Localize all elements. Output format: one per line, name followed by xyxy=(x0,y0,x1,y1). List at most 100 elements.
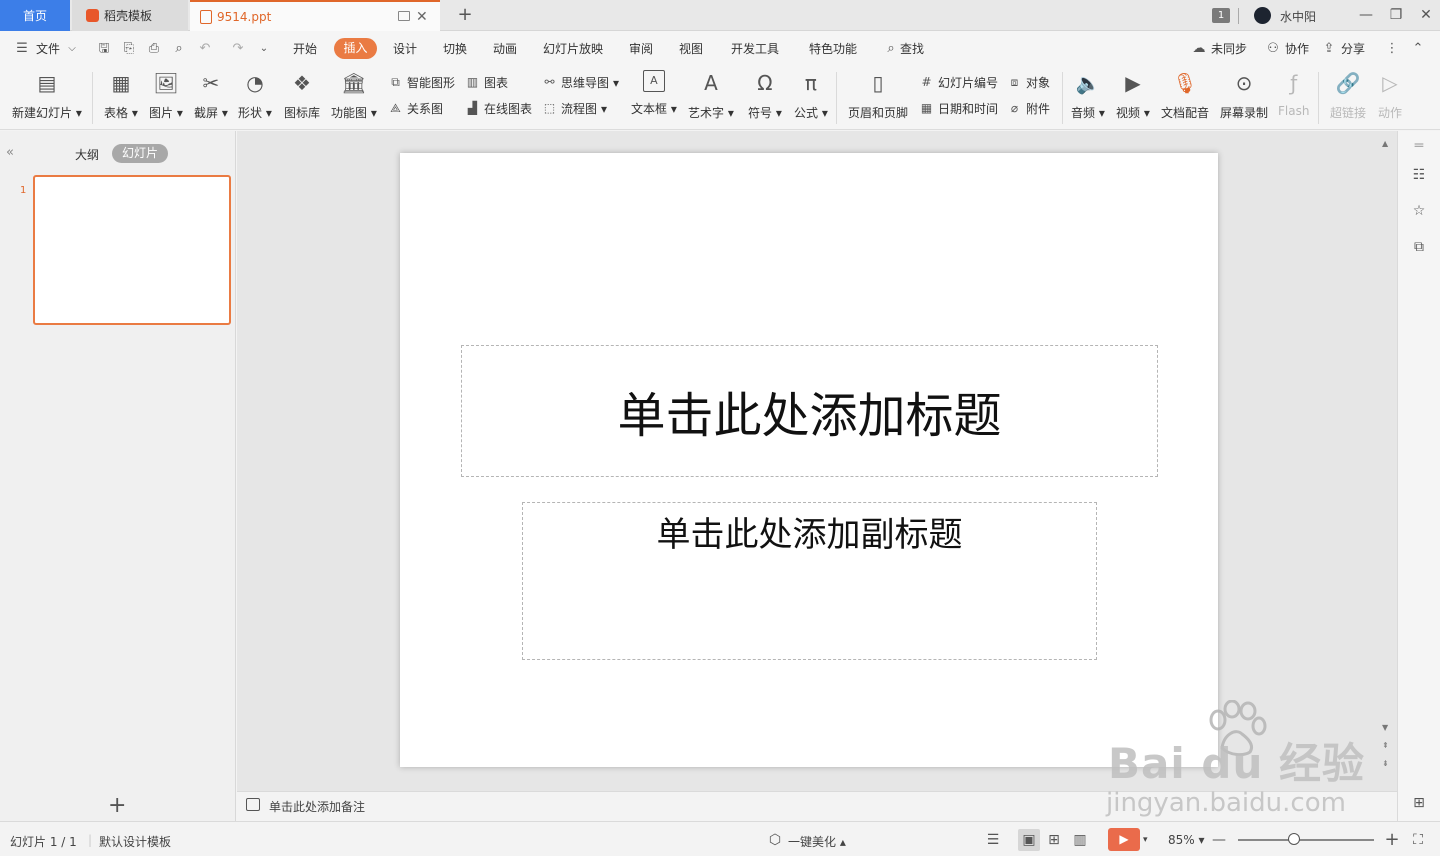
slide[interactable]: 单击此处添加标题 单击此处添加副标题 xyxy=(400,153,1218,767)
zoom-slider-handle[interactable] xyxy=(1288,833,1300,845)
menu-insert[interactable]: 插入 xyxy=(334,38,377,59)
menu-design[interactable]: 设计 xyxy=(393,40,417,57)
more-icon[interactable]: ⋮ xyxy=(1384,41,1400,57)
avatar[interactable] xyxy=(1254,7,1271,24)
print-icon[interactable]: ⎙ xyxy=(146,41,162,57)
quick-access-more-icon[interactable]: ⌄ xyxy=(256,41,272,57)
menu-review[interactable]: 审阅 xyxy=(629,40,653,57)
textbox-button[interactable]: A 文本框 ▾ xyxy=(631,70,677,117)
zoom-in-icon[interactable]: + xyxy=(1383,831,1401,849)
close-tab-icon[interactable]: ✕ xyxy=(416,10,430,24)
menu-start[interactable]: 开始 xyxy=(293,40,317,57)
restore-icon[interactable]: ❐ xyxy=(1385,5,1407,25)
add-slide-button[interactable]: + xyxy=(108,793,126,818)
pin-icon[interactable] xyxy=(398,11,410,21)
menu-transition[interactable]: 切换 xyxy=(443,40,467,57)
menu-developer[interactable]: 开发工具 xyxy=(731,40,779,57)
object-button[interactable]: ⧈ 对象 xyxy=(1007,74,1050,91)
icon-library-button[interactable]: ❖ 图标库 xyxy=(284,70,320,121)
flowchart-button[interactable]: ⬚ 流程图 ▾ xyxy=(542,100,607,117)
action-button[interactable]: ▷ 动作 xyxy=(1377,70,1403,121)
shape-button[interactable]: ◔ 形状 ▾ xyxy=(238,70,272,121)
online-chart-button[interactable]: ▟ 在线图表 xyxy=(465,100,532,117)
menu-animation[interactable]: 动画 xyxy=(493,40,517,57)
share-label[interactable]: 分享 xyxy=(1341,40,1365,57)
new-tab-button[interactable]: + xyxy=(454,4,476,26)
subtitle-placeholder[interactable]: 单击此处添加副标题 xyxy=(522,502,1097,660)
share-icon[interactable]: ⇪ xyxy=(1321,41,1337,57)
prev-slide-icon[interactable]: ⇞ xyxy=(1382,741,1392,750)
zoom-out-icon[interactable]: — xyxy=(1210,831,1228,849)
window-count-badge[interactable]: 1 xyxy=(1212,8,1230,23)
formula-button[interactable]: π 公式 ▾ xyxy=(794,70,828,121)
slide-thumbnail[interactable] xyxy=(33,175,231,325)
picture-button[interactable]: 🖼 图片 ▾ xyxy=(149,70,183,121)
grid-apps-icon[interactable]: ⊞ xyxy=(1410,794,1428,812)
print-preview-icon[interactable]: ⌕ xyxy=(171,41,187,57)
tab-home[interactable]: 首页 xyxy=(0,0,70,31)
copy-format-icon[interactable]: ⧉ xyxy=(1410,238,1428,256)
close-window-icon[interactable]: ✕ xyxy=(1415,5,1437,25)
notes-toggle-icon[interactable]: ☰ xyxy=(984,831,1002,849)
video-button[interactable]: ▶ 视频 ▾ xyxy=(1116,70,1150,121)
title-placeholder[interactable]: 单击此处添加标题 xyxy=(461,345,1158,477)
relation-button[interactable]: ⟁ 关系图 xyxy=(388,100,443,117)
sync-status[interactable]: 未同步 xyxy=(1211,40,1247,57)
wordart-button[interactable]: A 艺术字 ▾ xyxy=(688,70,734,121)
hamburger-icon[interactable]: ☰ xyxy=(14,41,30,57)
table-button[interactable]: ▦ 表格 ▾ xyxy=(104,70,138,121)
template-name[interactable]: 默认设计模板 xyxy=(99,833,171,850)
undo-icon[interactable]: ↶ xyxy=(197,41,213,57)
beautify-button[interactable]: 一键美化 ▴ xyxy=(788,833,846,850)
search-icon[interactable]: ⌕ xyxy=(883,41,899,57)
tab-slides[interactable]: 幻灯片 xyxy=(112,144,168,163)
save-icon[interactable]: 🖫 xyxy=(96,41,112,57)
export-icon[interactable]: ⎘ xyxy=(121,41,137,57)
scroll-down-icon[interactable]: ▼ xyxy=(1382,723,1392,732)
menu-special[interactable]: 特色功能 xyxy=(809,40,857,57)
username[interactable]: 水中阳 xyxy=(1280,8,1316,25)
menu-slideshow[interactable]: 幻灯片放映 xyxy=(543,40,603,57)
smart-shape-button[interactable]: ⧉ 智能图形 xyxy=(388,74,455,91)
play-options-chevron-icon[interactable]: ▾ xyxy=(1143,835,1148,845)
user-icon[interactable]: ⚇ xyxy=(1265,41,1281,57)
screen-record-button[interactable]: ⊙ 屏幕录制 xyxy=(1220,70,1268,121)
search-label[interactable]: 查找 xyxy=(900,40,924,57)
tab-outline[interactable]: 大纲 xyxy=(75,146,99,163)
date-time-button[interactable]: ▦ 日期和时间 xyxy=(919,100,998,117)
mindmap-button[interactable]: ⚯ 思维导图 ▾ xyxy=(542,74,619,91)
scroll-up-icon[interactable]: ▲ xyxy=(1382,139,1392,148)
hyperlink-button[interactable]: 🔗 超链接 xyxy=(1330,70,1366,121)
audio-button[interactable]: 🔈 音频 ▾ xyxy=(1071,70,1105,121)
slide-number-button[interactable]: # 幻灯片编号 xyxy=(919,74,998,91)
collapse-panel-icon[interactable]: « xyxy=(6,145,14,160)
fit-window-icon[interactable]: ⛶ xyxy=(1409,831,1427,849)
flash-button[interactable]: ƒ Flash xyxy=(1278,70,1309,118)
play-slideshow-button[interactable]: ▶ xyxy=(1108,828,1140,851)
tab-document[interactable]: 9514.ppt ✕ xyxy=(190,0,440,31)
normal-view-icon[interactable]: ▣ xyxy=(1020,831,1038,849)
chevron-down-icon[interactable]: ⌵ xyxy=(64,41,80,57)
new-slide-button[interactable]: ▤ 新建幻灯片 ▾ xyxy=(12,70,82,121)
collab-label[interactable]: 协作 xyxy=(1285,40,1309,57)
collapse-ribbon-icon[interactable]: ⌃ xyxy=(1410,41,1426,57)
next-slide-icon[interactable]: ⇟ xyxy=(1382,759,1392,768)
menu-view[interactable]: 视图 xyxy=(679,40,703,57)
symbol-button[interactable]: Ω 符号 ▾ xyxy=(748,70,782,121)
cloud-icon[interactable]: ☁ xyxy=(1191,41,1207,57)
zoom-slider[interactable] xyxy=(1238,839,1374,841)
tab-template[interactable]: 稻壳模板 xyxy=(72,0,188,31)
chart-button[interactable]: ▥ 图表 xyxy=(465,74,508,91)
menu-file[interactable]: 文件 xyxy=(36,40,60,57)
function-chart-button[interactable]: 🏛 功能图 ▾ xyxy=(331,70,377,121)
star-icon[interactable]: ☆ xyxy=(1410,202,1428,220)
minimize-icon[interactable]: — xyxy=(1355,5,1377,25)
grip-icon[interactable]: ═ xyxy=(1410,137,1428,155)
zoom-level[interactable]: 85% ▾ xyxy=(1168,833,1205,847)
screenshot-button[interactable]: ✂ 截屏 ▾ xyxy=(194,70,228,121)
header-footer-button[interactable]: ▯ 页眉和页脚 xyxy=(848,70,908,121)
reading-view-icon[interactable]: ▥ xyxy=(1071,831,1089,849)
sorter-view-icon[interactable]: ⊞ xyxy=(1045,831,1063,849)
doc-dubbing-button[interactable]: 🎙 文档配音 xyxy=(1161,70,1209,121)
notes-placeholder[interactable]: 单击此处添加备注 xyxy=(269,798,365,815)
